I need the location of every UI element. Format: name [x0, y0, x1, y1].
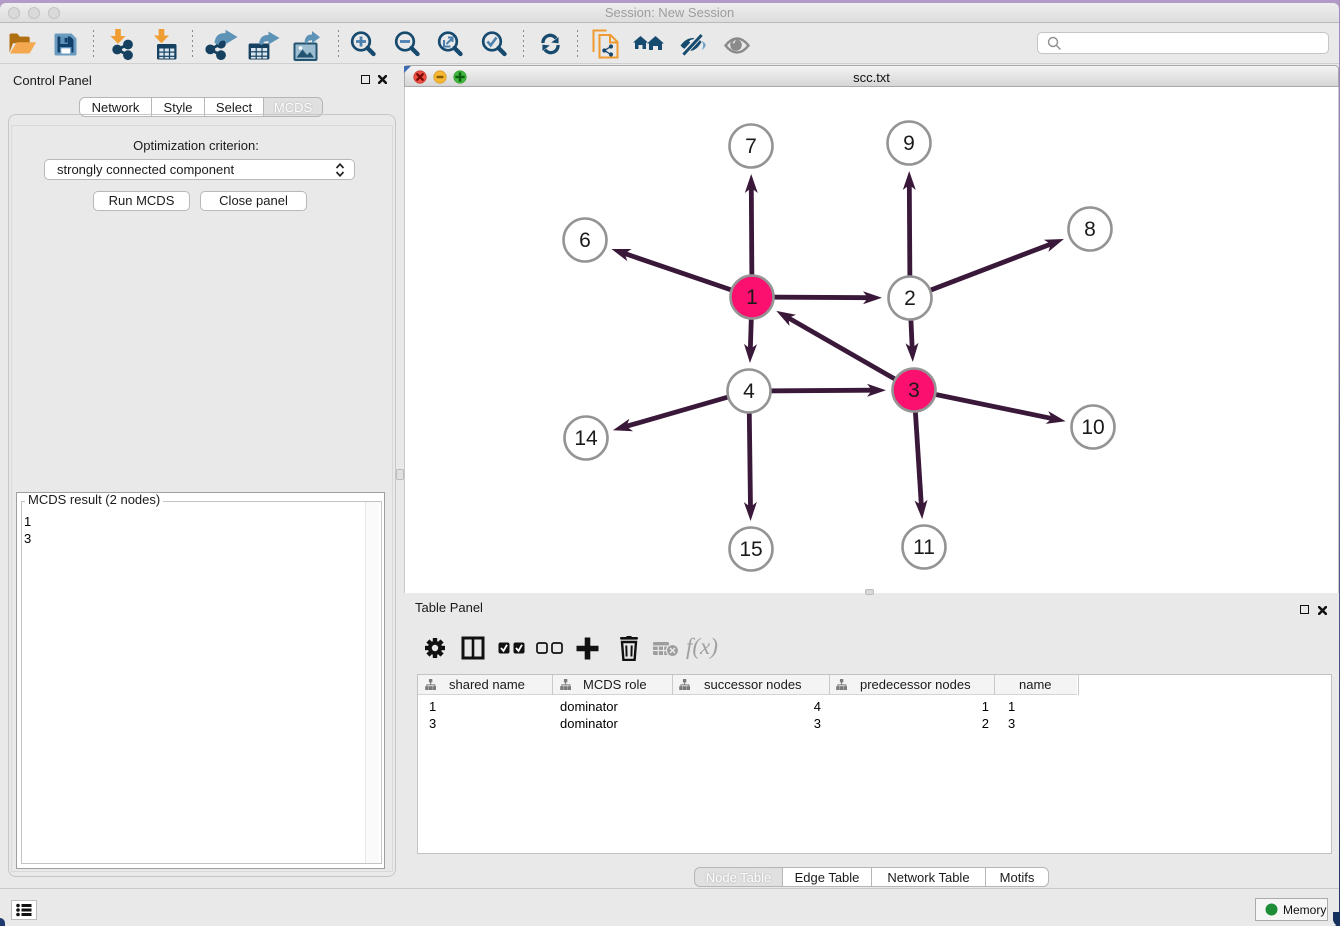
svg-text:15: 15	[739, 538, 762, 561]
svg-text:7: 7	[745, 135, 757, 158]
svg-text:4: 4	[743, 380, 755, 403]
svg-text:3: 3	[908, 379, 920, 402]
svg-text:8: 8	[1084, 218, 1096, 241]
svg-text:6: 6	[579, 229, 591, 252]
svg-text:9: 9	[903, 132, 915, 155]
svg-text:11: 11	[913, 536, 935, 559]
svg-text:2: 2	[904, 287, 916, 310]
svg-text:10: 10	[1081, 416, 1104, 439]
svg-text:14: 14	[574, 427, 598, 450]
svg-text:1: 1	[746, 286, 758, 309]
